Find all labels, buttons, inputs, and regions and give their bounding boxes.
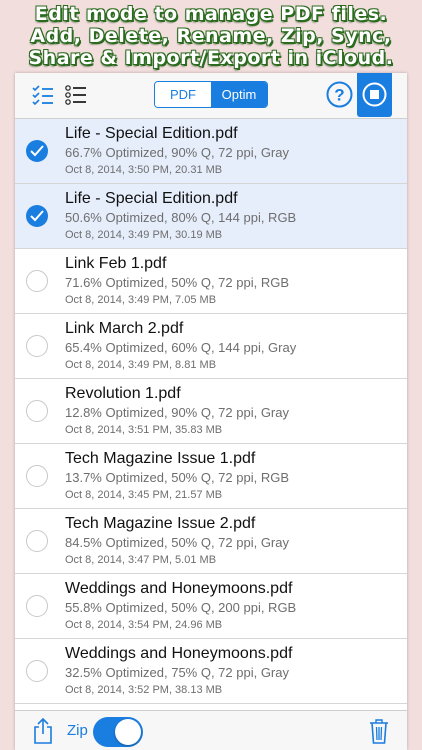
banner-line-1: Edit mode to manage PDF files. (34, 3, 388, 25)
file-info: 55.8% Optimized, 50% Q, 200 ppi, RGB (65, 600, 297, 615)
banner-line-2: Add, Delete, Rename, Zip, Sync, (30, 25, 392, 47)
file-name: Link March 2.pdf (65, 320, 184, 337)
promo-banner: Edit mode to manage PDF files. Add, Dele… (0, 0, 422, 72)
file-row[interactable]: Life - Special Edition.pdf 50.6% Optimiz… (15, 184, 407, 249)
segment-pdf[interactable]: PDF (155, 82, 211, 107)
row-checkbox[interactable] (26, 205, 48, 227)
stop-button[interactable] (357, 73, 392, 117)
share-icon[interactable] (33, 718, 53, 744)
row-checkbox[interactable] (26, 140, 48, 162)
file-name: Tech Magazine Issue 2.pdf (65, 515, 256, 532)
file-row[interactable]: Weddings and Honeymoons.pdf 55.8% Optimi… (15, 574, 407, 639)
file-info: 32.5% Optimized, 75% Q, 72 ppi, Gray (65, 665, 289, 680)
file-row[interactable]: Link March 2.pdf 65.4% Optimized, 60% Q,… (15, 314, 407, 379)
file-info: 13.7% Optimized, 50% Q, 72 ppi, RGB (65, 470, 289, 485)
file-info: 66.7% Optimized, 90% Q, 72 ppi, Gray (65, 145, 289, 160)
row-checkbox[interactable] (26, 270, 48, 292)
file-name: Weddings and Honeymoons.pdf (65, 580, 293, 597)
file-name: Life - Special Edition.pdf (65, 190, 238, 207)
file-date: Oct 8, 2014, 3:49 PM, 8.81 MB (65, 359, 217, 371)
file-name: Tech Magazine Issue 1.pdf (65, 450, 256, 467)
file-info: 65.4% Optimized, 60% Q, 144 ppi, Gray (65, 340, 297, 355)
checkmark-icon (30, 145, 44, 157)
toggle-knob (115, 719, 141, 745)
checklist-icon[interactable] (32, 85, 54, 105)
segment-optim[interactable]: Optim (211, 82, 267, 107)
file-row[interactable]: Life - Special Edition.pdf 66.7% Optimiz… (15, 119, 407, 184)
bottom-toolbar: Zip (15, 710, 407, 750)
trash-icon[interactable] (369, 718, 389, 744)
row-checkbox[interactable] (26, 335, 48, 357)
file-row[interactable]: Link Feb 1.pdf 71.6% Optimized, 50% Q, 7… (15, 249, 407, 314)
file-name: Life - Special Edition.pdf (65, 125, 238, 142)
file-row[interactable]: Weddings and Honeymoons.pdf 32.5% Optimi… (15, 639, 407, 704)
row-checkbox[interactable] (26, 400, 48, 422)
file-name: Link Feb 1.pdf (65, 255, 167, 272)
file-info: 50.6% Optimized, 80% Q, 144 ppi, RGB (65, 210, 297, 225)
file-info: 84.5% Optimized, 50% Q, 72 ppi, Gray (65, 535, 289, 550)
banner-line-3: Share & Import/Export in iCloud. (28, 47, 394, 69)
view-segmented-control: PDF Optim (154, 81, 268, 108)
file-date: Oct 8, 2014, 3:52 PM, 38.13 MB (65, 684, 223, 696)
row-checkbox[interactable] (26, 465, 48, 487)
checkmark-icon (30, 210, 44, 222)
file-date: Oct 8, 2014, 3:49 PM, 7.05 MB (65, 294, 217, 306)
app-screen: PDF Optim ? Life - Special Edition.pdf 6… (15, 73, 407, 750)
file-date: Oct 8, 2014, 3:50 PM, 20.31 MB (65, 164, 223, 176)
zip-label: Zip (67, 722, 88, 739)
file-row[interactable]: Revolution 1.pdf 12.8% Optimized, 90% Q,… (15, 379, 407, 444)
file-row[interactable]: Tech Magazine Issue 2.pdf 84.5% Optimize… (15, 509, 407, 574)
file-name: Revolution 1.pdf (65, 385, 181, 402)
file-info: 12.8% Optimized, 90% Q, 72 ppi, Gray (65, 405, 289, 420)
stop-icon (362, 82, 387, 107)
top-toolbar: PDF Optim ? (15, 73, 407, 119)
file-date: Oct 8, 2014, 3:49 PM, 30.19 MB (65, 229, 223, 241)
file-date: Oct 8, 2014, 3:45 PM, 21.57 MB (65, 489, 223, 501)
file-info: 71.6% Optimized, 50% Q, 72 ppi, RGB (65, 275, 289, 290)
svg-text:?: ? (334, 86, 344, 105)
numbered-list-icon[interactable] (65, 85, 87, 105)
file-list: Life - Special Edition.pdf 66.7% Optimiz… (15, 119, 407, 704)
file-date: Oct 8, 2014, 3:47 PM, 5.01 MB (65, 554, 217, 566)
file-date: Oct 8, 2014, 3:51 PM, 35.83 MB (65, 424, 223, 436)
file-date: Oct 8, 2014, 3:54 PM, 24.96 MB (65, 619, 223, 631)
row-checkbox[interactable] (26, 530, 48, 552)
file-name: Weddings and Honeymoons.pdf (65, 645, 293, 662)
help-icon[interactable]: ? (326, 81, 353, 108)
row-checkbox[interactable] (26, 660, 48, 682)
row-checkbox[interactable] (26, 595, 48, 617)
zip-toggle[interactable] (93, 717, 143, 747)
file-row[interactable]: Tech Magazine Issue 1.pdf 13.7% Optimize… (15, 444, 407, 509)
